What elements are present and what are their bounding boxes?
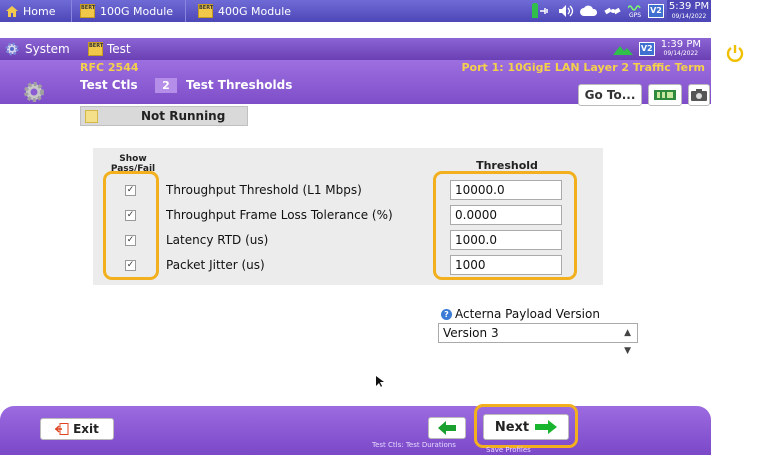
bert-module-icon: BERT	[198, 4, 213, 18]
mouse-cursor-icon	[376, 376, 384, 387]
v2-badge-icon[interactable]: V2	[638, 42, 655, 56]
system-clock: 5:39 PM 09/14/2022	[667, 0, 711, 22]
exit-icon	[55, 423, 69, 435]
app-frame: Home BERT 100G Module BERT 400G Module G…	[0, 0, 711, 455]
back-button[interactable]	[428, 417, 466, 439]
camera-icon	[691, 89, 707, 101]
back-hint: Test Ctls: Test Durations	[372, 441, 456, 449]
threshold-row-label: Latency RTD (us)	[166, 233, 269, 247]
payload-version-select[interactable]: Version 3 ▲ ▼	[438, 323, 638, 356]
page-title: Test Thresholds	[186, 78, 293, 92]
gps-icon[interactable]: GPS	[628, 4, 642, 19]
gps-label: GPS	[628, 11, 642, 19]
gear-icon	[5, 42, 19, 56]
tab-home-label: Home	[23, 4, 56, 18]
tab-100g-module[interactable]: BERT 100G Module	[71, 0, 186, 22]
settings-gear-icon	[24, 82, 44, 102]
speaker-icon[interactable]	[558, 4, 574, 18]
system-label: System	[25, 42, 70, 56]
power-button[interactable]	[711, 38, 759, 68]
port-title: Port 1: 10GigE LAN Layer 2 Traffic Term	[461, 61, 705, 74]
next-hint: Save Profiles	[486, 446, 531, 454]
system-clock-date: 09/14/2022	[671, 13, 707, 20]
threshold-highlight	[433, 171, 577, 280]
test-tab[interactable]: BERT Test	[88, 40, 131, 58]
mountain-icon[interactable]	[612, 42, 633, 56]
status-led-icon	[85, 110, 98, 123]
v2-badge-icon[interactable]: V2	[648, 4, 664, 18]
app-bar-status: V2 1:39 PM 09/14/2022	[612, 39, 701, 59]
exit-label: Exit	[73, 422, 99, 436]
satellite-icon[interactable]	[604, 4, 622, 18]
system-top-bar: Home BERT 100G Module BERT 400G Module G…	[0, 0, 711, 22]
threshold-row-label: Throughput Frame Loss Tolerance (%)	[166, 208, 393, 222]
cloud-icon[interactable]	[580, 5, 598, 17]
payload-version-value: Version 3	[443, 326, 499, 340]
tab-100g-module-label: 100G Module	[100, 4, 174, 18]
power-icon	[726, 45, 744, 62]
payload-version-text: Acterna Payload Version	[455, 307, 600, 321]
test-status-strip: Not Running	[80, 106, 248, 126]
payload-version-label: ? Acterna Payload Version	[441, 307, 600, 321]
test-status-text: Not Running	[141, 109, 226, 123]
threshold-row-label: Throughput Threshold (L1 Mbps)	[166, 183, 362, 197]
tab-home[interactable]: Home	[6, 0, 55, 22]
app-clock-date: 09/14/2022	[663, 50, 699, 57]
camera-button[interactable]	[688, 84, 710, 106]
help-icon[interactable]: ?	[441, 308, 452, 320]
checkbox-highlight	[103, 171, 159, 280]
battery-plug-icon[interactable]	[530, 3, 552, 19]
dashboard-icon	[654, 90, 676, 100]
select-arrows-icon: ▲ ▼	[624, 328, 631, 356]
system-clock-time: 5:39 PM	[668, 1, 710, 12]
app-bar: System BERT Test V2 1:39 PM 09/14/2022	[0, 38, 711, 60]
app-clock-time: 1:39 PM	[660, 39, 701, 50]
tab-400g-module-label: 400G Module	[218, 4, 292, 18]
threshold-row-label: Packet Jitter (us)	[166, 258, 265, 272]
go-to-button[interactable]: Go To...	[578, 84, 642, 106]
breadcrumb-test-ctls[interactable]: Test Ctls	[80, 78, 138, 92]
test-name: RFC 2544	[80, 61, 139, 74]
test-tab-label: Test	[107, 42, 131, 56]
bert-module-icon: BERT	[88, 42, 103, 56]
tab-400g-module[interactable]: BERT 400G Module	[196, 0, 291, 22]
app-clock: 1:39 PM 09/14/2022	[661, 40, 701, 58]
bert-module-icon: BERT	[80, 4, 95, 18]
exit-button[interactable]: Exit	[40, 418, 114, 440]
step-number: 2	[155, 78, 177, 93]
screen: Home BERT 100G Module BERT 400G Module G…	[0, 0, 759, 455]
status-icons: GPS V2	[524, 2, 664, 20]
dashboard-button[interactable]	[648, 84, 682, 106]
home-icon	[6, 5, 18, 17]
next-highlight	[474, 404, 578, 448]
system-button[interactable]: System	[4, 38, 70, 60]
back-arrow-icon	[438, 421, 456, 435]
